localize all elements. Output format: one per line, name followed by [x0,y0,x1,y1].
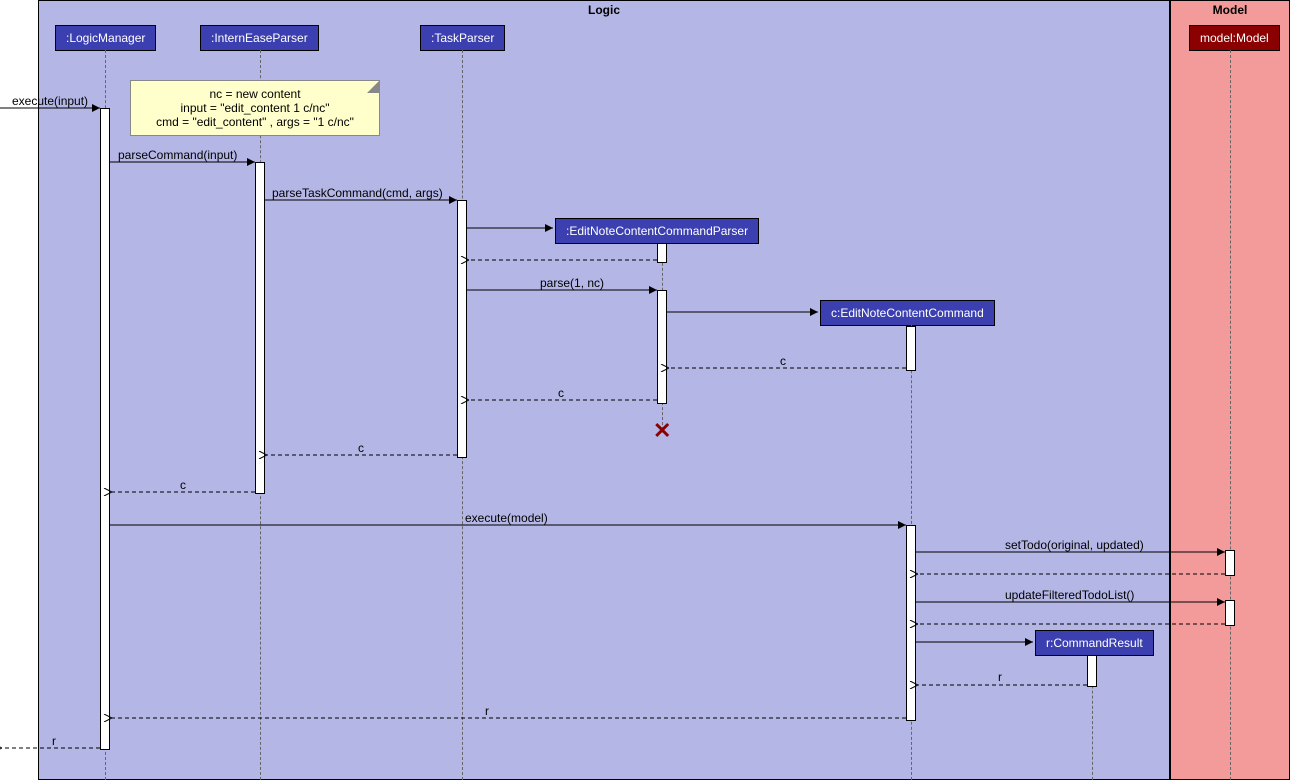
msg-execute-input: execute(input) [12,94,88,108]
msg-parse: parse(1, nc) [540,276,604,290]
msg-parse-command: parseCommand(input) [118,148,237,162]
arrows-layer [0,0,1300,780]
msg-update-filtered: updateFilteredTodoList() [1005,588,1134,602]
msg-set-todo: setTodo(original, updated) [1005,538,1144,552]
msg-c-1: c [780,354,786,368]
msg-r-2: r [485,704,489,718]
msg-r-1: r [998,670,1002,684]
msg-c-2: c [558,386,564,400]
msg-r-3: r [52,734,56,748]
msg-c-3: c [358,441,364,455]
msg-parse-task-command: parseTaskCommand(cmd, args) [272,186,443,200]
msg-execute-model: execute(model) [465,511,548,525]
msg-c-4: c [180,478,186,492]
